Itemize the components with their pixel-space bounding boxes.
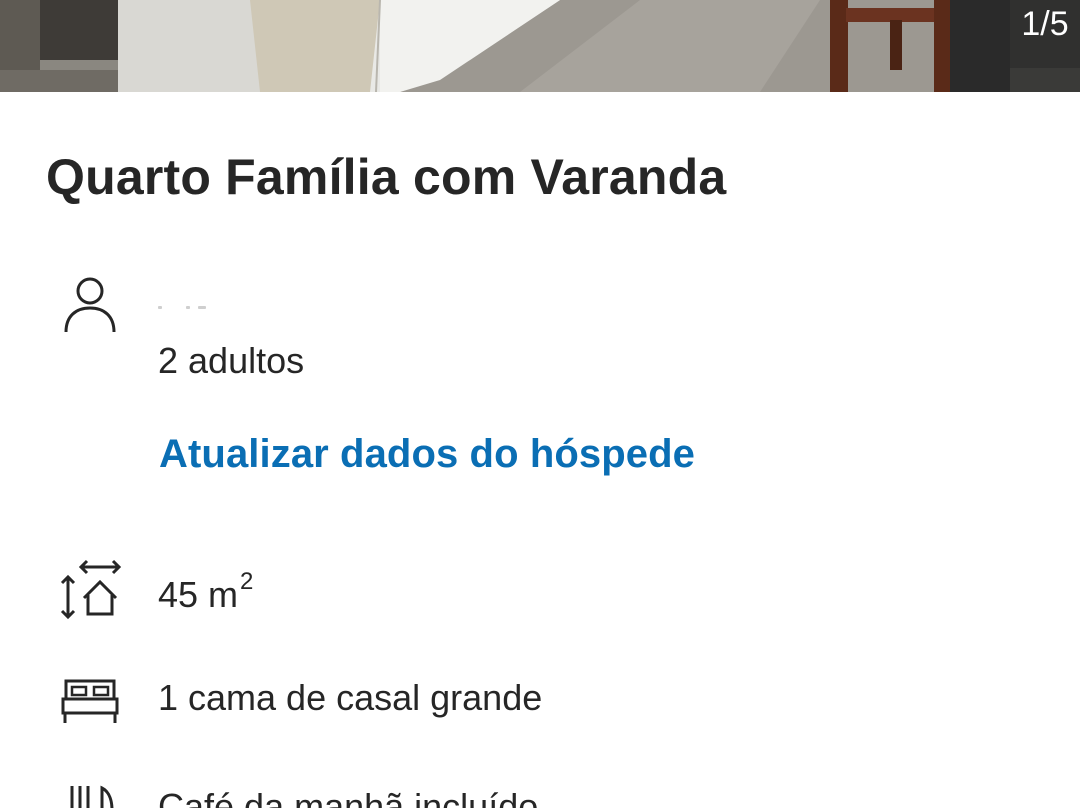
photo-counter: 1/5	[1010, 0, 1080, 68]
room-photo	[0, 0, 1080, 92]
bed-type: 1 cama de casal grande	[158, 677, 543, 718]
room-size-unit-superscript: 2	[240, 568, 254, 595]
room-size-icon	[60, 559, 122, 620]
bed-icon	[61, 679, 119, 723]
cutlery-icon	[70, 785, 114, 808]
room-photo-gallery[interactable]: 1/5	[0, 0, 1080, 92]
room-details-page: 1/5 Quarto Família com Varanda 2 adultos…	[0, 0, 1080, 808]
room-title: Quarto Família com Varanda	[46, 149, 727, 205]
update-guest-data-link[interactable]: Atualizar dados do hóspede	[159, 432, 695, 477]
person-icon	[64, 277, 116, 333]
breakfast-info: Café da manhã incluído	[158, 786, 539, 808]
room-size-value: 45 m	[158, 574, 239, 615]
room-size: 45 m2	[158, 568, 253, 616]
guest-name-placeholder	[158, 302, 214, 312]
guest-count: 2 adultos	[158, 340, 305, 381]
